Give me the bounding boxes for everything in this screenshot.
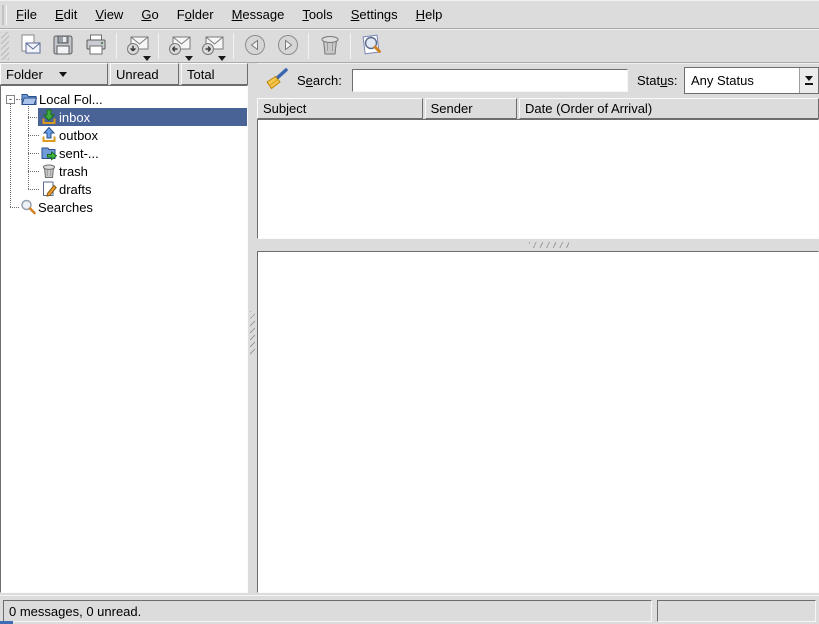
- quick-search-bar: Search: Status: Any Status: [257, 63, 819, 98]
- toolbar-grip[interactable]: [1, 32, 9, 60]
- combo-dropdown-button[interactable]: [799, 68, 818, 93]
- broom-icon: [263, 81, 289, 96]
- magnifier-icon: [20, 199, 36, 215]
- clear-search-button[interactable]: [261, 66, 291, 96]
- dropdown-arrow-icon: [218, 56, 226, 61]
- sent-mail-icon: [41, 145, 57, 161]
- splitter-grip: [250, 311, 255, 355]
- inbox-icon: [41, 109, 57, 125]
- statusbar-message: 0 messages, 0 unread.: [3, 600, 652, 622]
- vertical-splitter[interactable]: [248, 63, 257, 593]
- outbox-icon: [41, 127, 57, 143]
- folder-row-outbox[interactable]: outbox: [1, 126, 247, 144]
- message-preview-pane[interactable]: [257, 251, 819, 593]
- dropdown-arrow-icon: [143, 56, 151, 61]
- drafts-icon: [41, 181, 57, 197]
- menu-settings[interactable]: Settings: [342, 3, 407, 26]
- main-area: Folder Unread Total: [0, 63, 819, 595]
- message-list-header: Subject Sender Date (Order of Arrival): [257, 98, 819, 119]
- statusbar-section: [657, 600, 816, 622]
- reply-button[interactable]: [163, 31, 196, 61]
- save-icon: [51, 33, 75, 60]
- trash-icon: [318, 33, 342, 60]
- next-icon: [276, 33, 300, 60]
- toolbar-separator: [308, 33, 309, 59]
- menu-folder[interactable]: Folder: [168, 3, 223, 26]
- toolbar-separator: [350, 33, 351, 59]
- folder-panel: Folder Unread Total: [0, 63, 248, 593]
- folder-tree: - Local Fol...: [0, 85, 248, 593]
- folder-column-header[interactable]: Folder: [0, 63, 108, 85]
- sort-descending-icon: [59, 72, 67, 77]
- dropdown-arrow-icon: [185, 56, 193, 61]
- folder-row-inbox[interactable]: inbox: [1, 108, 247, 126]
- date-column-header[interactable]: Date (Order of Arrival): [519, 98, 819, 119]
- menu-tools[interactable]: Tools: [293, 3, 341, 26]
- splitter-grip: [529, 242, 569, 248]
- menu-message[interactable]: Message: [223, 3, 294, 26]
- kmail-window: File Edit View Go Folder Message Tools S…: [0, 0, 819, 624]
- folder-row-sent-mail[interactable]: sent-...: [1, 144, 247, 162]
- search-input[interactable]: [352, 69, 628, 92]
- folder-row-local-folders[interactable]: Local Fol...: [1, 90, 247, 108]
- menu-help[interactable]: Help: [407, 3, 452, 26]
- toolbar-separator: [158, 33, 159, 59]
- folder-row-drafts[interactable]: drafts: [1, 180, 247, 198]
- next-message-button[interactable]: [271, 31, 304, 61]
- message-list: Subject Sender Date (Order of Arrival): [257, 98, 819, 239]
- print-icon: [84, 33, 108, 60]
- previous-icon: [243, 33, 267, 60]
- menu-go[interactable]: Go: [132, 3, 167, 26]
- toolbar-separator: [233, 33, 234, 59]
- trash-icon: [41, 163, 57, 179]
- folder-list-header: Folder Unread Total: [0, 63, 248, 85]
- trash-button[interactable]: [313, 31, 346, 61]
- combo-bar: [805, 83, 813, 85]
- subject-column-header[interactable]: Subject: [257, 98, 423, 119]
- main-toolbar: [0, 30, 819, 63]
- open-folder-icon: [21, 91, 37, 107]
- unread-column-header[interactable]: Unread: [110, 63, 179, 85]
- new-message-icon: [18, 33, 42, 60]
- status-select[interactable]: Any Status: [684, 67, 819, 94]
- folder-row-trash[interactable]: trash: [1, 162, 247, 180]
- save-button[interactable]: [46, 31, 79, 61]
- status-select-value: Any Status: [685, 73, 799, 88]
- find-messages-button[interactable]: [355, 31, 388, 61]
- toolbar-separator: [116, 33, 117, 59]
- message-list-body[interactable]: [257, 119, 819, 239]
- menu-edit[interactable]: Edit: [46, 3, 86, 26]
- print-button[interactable]: [79, 31, 112, 61]
- menu-view[interactable]: View: [86, 3, 132, 26]
- total-column-header[interactable]: Total: [181, 63, 248, 85]
- chevron-down-icon: [805, 76, 813, 81]
- menubar: File Edit View Go Folder Message Tools S…: [0, 1, 819, 29]
- horizontal-splitter[interactable]: [257, 239, 819, 251]
- statusbar: 0 messages, 0 unread.: [0, 595, 819, 624]
- right-pane: Search: Status: Any Status Subject: [257, 63, 819, 593]
- forward-button[interactable]: [196, 31, 229, 61]
- folder-row-searches[interactable]: Searches: [1, 198, 247, 216]
- search-label: Search:: [297, 73, 342, 88]
- menu-file[interactable]: File: [7, 3, 46, 26]
- find-messages-icon: [360, 33, 384, 60]
- status-label: Status:: [637, 73, 677, 88]
- previous-message-button[interactable]: [238, 31, 271, 61]
- check-mail-button[interactable]: [121, 31, 154, 61]
- new-message-button[interactable]: [13, 31, 46, 61]
- sender-column-header[interactable]: Sender: [425, 98, 517, 119]
